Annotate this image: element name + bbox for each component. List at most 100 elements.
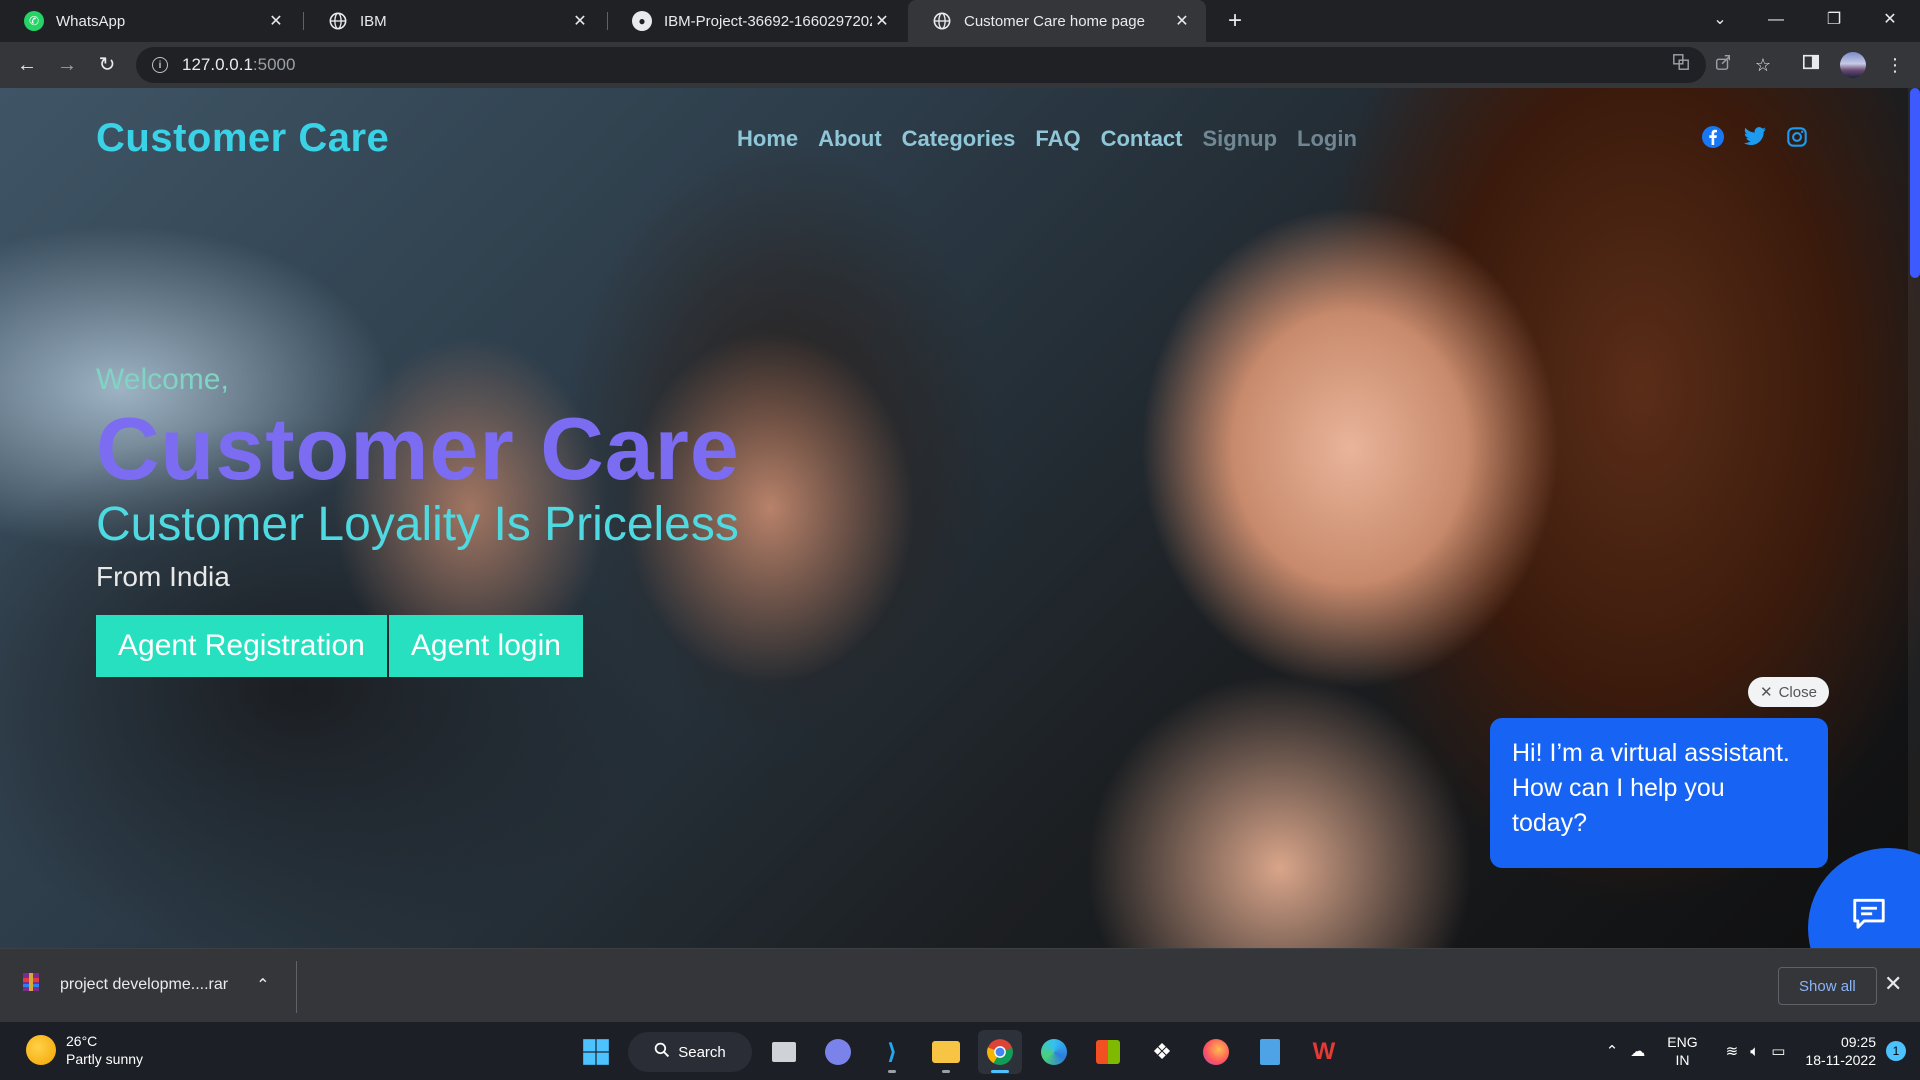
- dropbox-icon[interactable]: ❖: [1140, 1030, 1184, 1074]
- minimize-icon[interactable]: —: [1748, 0, 1804, 42]
- close-tab-icon[interactable]: ✕: [872, 11, 892, 31]
- system-tray: ⌃ ☁ ENG IN ≋ 🔈︎ ▭ 09:25 18-11-2022 1: [1600, 1022, 1920, 1080]
- url-host: 127.0.0.1: [182, 55, 253, 74]
- page-viewport: Customer Care Home About Categories FAQ …: [0, 88, 1920, 948]
- tab-whatsapp[interactable]: ✆ WhatsApp ✕: [0, 0, 300, 42]
- start-windows-icon[interactable]: [574, 1030, 618, 1074]
- social-links: [1700, 124, 1810, 150]
- facebook-icon[interactable]: [1700, 124, 1726, 150]
- hero-tagline: Customer Loyality Is Priceless: [96, 498, 739, 551]
- notepad-icon[interactable]: [1248, 1030, 1292, 1074]
- tab-strip: ✆ WhatsApp ✕ IBM ✕ ● IBM-Project-36692-1…: [0, 0, 1920, 42]
- weather-condition: Partly sunny: [66, 1051, 144, 1067]
- site-info-icon[interactable]: i: [152, 57, 168, 73]
- site-brand[interactable]: Customer Care: [96, 116, 389, 161]
- onedrive-icon[interactable]: ☁: [1630, 1042, 1645, 1060]
- lang-code: ENG: [1667, 1034, 1698, 1050]
- chevron-up-icon[interactable]: ⌃: [1606, 1042, 1619, 1060]
- chat-icon: [1850, 894, 1888, 937]
- chat-close-button[interactable]: ✕ Close: [1748, 677, 1829, 707]
- nav-signup[interactable]: Signup: [1203, 126, 1278, 152]
- tab-ibm[interactable]: IBM ✕: [304, 0, 604, 42]
- tab-customer-care[interactable]: Customer Care home page ✕: [908, 0, 1206, 42]
- windows-taskbar: 26°C Partly sunny Search ⟩ ❖ W ⌃ ☁ ENG IN …: [0, 1022, 1920, 1080]
- chrome-icon[interactable]: [978, 1030, 1022, 1074]
- wifi-icon[interactable]: ≋: [1726, 1042, 1739, 1060]
- nav-faq[interactable]: FAQ: [1035, 126, 1080, 152]
- show-all-button[interactable]: Show all: [1778, 967, 1877, 1005]
- reload-icon[interactable]: ↻: [92, 50, 122, 80]
- hero-section: Welcome, Customer Care Customer Loyality…: [96, 363, 740, 677]
- nav-home[interactable]: Home: [737, 126, 798, 152]
- wps-office-icon[interactable]: W: [1302, 1030, 1346, 1074]
- teams-chat-icon[interactable]: [816, 1030, 860, 1074]
- restore-icon[interactable]: ❐: [1806, 0, 1862, 42]
- tab-search-icon[interactable]: ⌄: [1692, 0, 1748, 42]
- welcome-text: Welcome,: [96, 363, 229, 396]
- chevron-up-icon[interactable]: ⌃: [256, 975, 269, 995]
- twitter-icon[interactable]: [1742, 124, 1768, 150]
- language-indicator[interactable]: ENG IN: [1667, 1033, 1697, 1069]
- github-icon: ●: [632, 11, 652, 31]
- microsoft-store-icon[interactable]: [1086, 1030, 1130, 1074]
- menu-kebab-icon[interactable]: ⋮: [1880, 50, 1910, 80]
- chat-greeting-bubble[interactable]: Hi! I’m a virtual assistant. How can I h…: [1490, 718, 1828, 868]
- edge-icon[interactable]: [1032, 1030, 1076, 1074]
- hero-title: Customer Care: [96, 399, 740, 498]
- nav-about[interactable]: About: [818, 126, 882, 152]
- taskbar-search-button[interactable]: Search: [628, 1032, 752, 1072]
- agent-registration-button[interactable]: Agent Registration: [96, 615, 387, 677]
- tab-title: WhatsApp: [56, 12, 126, 30]
- vscode-icon[interactable]: ⟩: [870, 1030, 914, 1074]
- tab-title: Customer Care home page: [964, 12, 1145, 30]
- download-filename: project developme....rar: [60, 975, 229, 993]
- clock-date: 18-11-2022: [1805, 1052, 1876, 1068]
- weather-widget[interactable]: 26°C Partly sunny: [26, 1032, 143, 1068]
- close-window-icon[interactable]: ✕: [1862, 0, 1918, 42]
- tab-github[interactable]: ● IBM-Project-36692-1660297202/ ✕: [608, 0, 906, 42]
- clock-time: 09:25: [1840, 1034, 1876, 1050]
- taskbar-apps: Search ⟩ ❖ W: [574, 1030, 1346, 1074]
- instagram-icon[interactable]: [1784, 124, 1810, 150]
- download-bar: project developme....rar ⌃ Show all ✕: [0, 948, 1920, 1022]
- winrar-file-icon: [20, 971, 42, 998]
- hero-origin: From India: [96, 561, 230, 592]
- firefox-icon[interactable]: [1194, 1030, 1238, 1074]
- whatsapp-icon: ✆: [24, 11, 44, 31]
- share-icon[interactable]: [1708, 50, 1738, 80]
- download-item[interactable]: project developme....rar ⌃: [20, 971, 269, 998]
- lang-region: IN: [1675, 1052, 1690, 1068]
- translate-icon[interactable]: [1666, 50, 1696, 80]
- agent-login-button[interactable]: Agent login: [388, 615, 583, 677]
- weather-temp: 26°C: [66, 1033, 98, 1049]
- taskbar-search-label: Search: [678, 1043, 726, 1061]
- side-panel-icon[interactable]: [1796, 50, 1826, 80]
- new-tab-button[interactable]: +: [1220, 6, 1250, 36]
- scrollbar-thumb[interactable]: [1910, 88, 1920, 278]
- file-explorer-icon[interactable]: [924, 1030, 968, 1074]
- close-tab-icon[interactable]: ✕: [266, 11, 286, 31]
- address-bar[interactable]: i 127.0.0.1:5000: [136, 47, 1706, 83]
- main-nav: Home About Categories FAQ Contact Signup…: [737, 126, 1357, 152]
- bookmark-star-icon[interactable]: ☆: [1748, 50, 1778, 80]
- close-tab-icon[interactable]: ✕: [570, 11, 590, 31]
- notification-badge[interactable]: 1: [1886, 1041, 1906, 1061]
- nav-login[interactable]: Login: [1297, 126, 1357, 152]
- partly-sunny-icon: [26, 1035, 56, 1065]
- url-port: :5000: [252, 55, 296, 74]
- volume-icon[interactable]: 🔈︎: [1750, 1043, 1759, 1060]
- battery-icon[interactable]: ▭: [1771, 1042, 1785, 1060]
- tab-title: IBM: [360, 12, 387, 30]
- forward-icon[interactable]: →: [52, 50, 82, 80]
- browser-toolbar: ← → ↻ i 127.0.0.1:5000 ☆ ⋮: [0, 42, 1920, 88]
- task-view-icon[interactable]: [762, 1030, 806, 1074]
- profile-avatar[interactable]: [1838, 50, 1868, 80]
- hero-buttons: Agent Registration Agent login: [96, 615, 740, 677]
- back-icon[interactable]: ←: [12, 50, 42, 80]
- close-download-bar-icon[interactable]: ✕: [1884, 971, 1902, 997]
- globe-icon: [328, 11, 348, 31]
- nav-categories[interactable]: Categories: [902, 126, 1016, 152]
- close-tab-icon[interactable]: ✕: [1172, 11, 1192, 31]
- clock[interactable]: 09:25 18-11-2022: [1805, 1033, 1876, 1069]
- nav-contact[interactable]: Contact: [1101, 126, 1183, 152]
